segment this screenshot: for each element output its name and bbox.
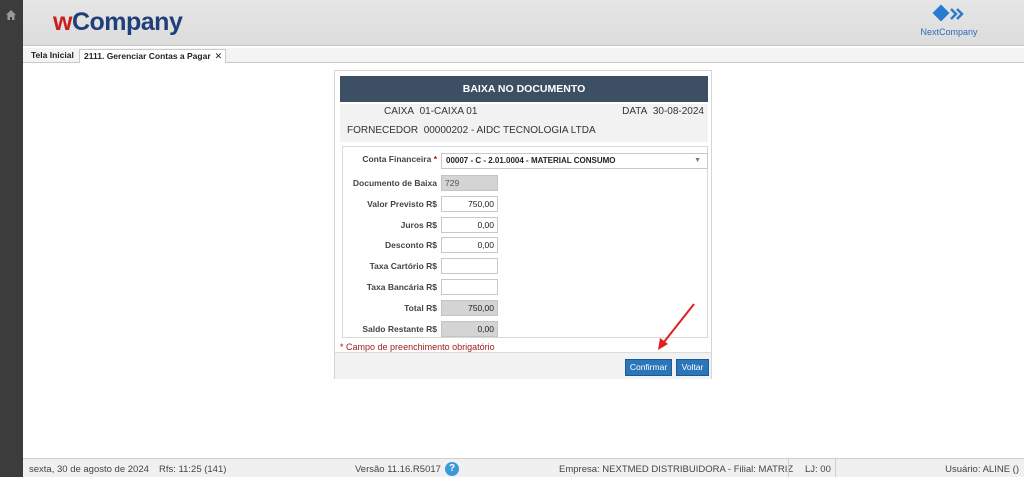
status-rfs: Rfs: 11:25 (141) — [159, 464, 227, 475]
saldo-restante-row: Saldo Restante R$ 0,00 — [343, 321, 709, 339]
taxa-bancaria-label: Taxa Bancária R$ — [366, 282, 437, 292]
conta-financeira-value: 00007 - C - 2.01.0004 - MATERIAL CONSUMO — [446, 156, 616, 165]
baixa-documento-dialog: BAIXA NO DOCUMENTO CAIXA 01-CAIXA 01 DAT… — [334, 70, 712, 379]
total-field: 750,00 — [441, 300, 498, 316]
tab-tela-inicial[interactable]: Tela Inicial — [27, 49, 78, 63]
document-info-panel: CAIXA 01-CAIXA 01 DATA 30-08-2024 FORNEC… — [340, 104, 708, 142]
saldo-restante-field: 0,00 — [441, 321, 498, 337]
dialog-footer: Confirmar Voltar — [335, 352, 711, 379]
status-version: Versão 11.16.R5017 — [355, 464, 441, 475]
form-fields-panel: Conta Financeira * 00007 - C - 2.01.0004… — [342, 146, 708, 338]
conta-financeira-row: Conta Financeira * 00007 - C - 2.01.0004… — [343, 153, 709, 171]
saldo-restante-label: Saldo Restante R$ — [362, 324, 437, 334]
documento-baixa-field: 729 — [441, 175, 498, 191]
juros-field[interactable]: 0,00 — [441, 217, 498, 233]
tab-gerenciar-contas-a-pagar[interactable]: 2111. Gerenciar Contas a Pagar ✕ — [79, 49, 227, 63]
required-note-text: Campo de preenchimento obrigatório — [346, 342, 495, 352]
data-info: DATA 30-08-2024 — [622, 106, 704, 117]
help-icon[interactable]: ? — [445, 462, 459, 476]
fornecedor-label: FORNECEDOR — [347, 125, 419, 136]
tab-bar: Tela Inicial 2111. Gerenciar Contas a Pa… — [23, 48, 1024, 63]
app-header: wCompany NextCompany — [23, 0, 1024, 46]
required-note-mark: * — [340, 342, 344, 352]
taxa-cartorio-field[interactable] — [441, 258, 498, 274]
conta-financeira-select[interactable]: 00007 - C - 2.01.0004 - MATERIAL CONSUMO… — [441, 153, 708, 169]
dialog-title: BAIXA NO DOCUMENTO — [340, 76, 708, 102]
documento-baixa-label: Documento de Baixa — [352, 178, 437, 188]
caixa-label: CAIXA — [384, 106, 415, 117]
status-date: sexta, 30 de agosto de 2024 — [29, 464, 149, 475]
required-mark: * — [433, 154, 437, 164]
total-label: Total R$ — [404, 303, 437, 313]
juros-label: Juros R$ — [400, 220, 437, 230]
wcompany-logo[interactable]: wCompany — [53, 8, 183, 37]
taxa-cartorio-label: Taxa Cartório R$ — [369, 261, 437, 271]
tab-label: Tela Inicial — [31, 50, 74, 60]
left-sidebar — [0, 0, 23, 477]
conta-financeira-label: Conta Financeira * — [362, 154, 437, 164]
logo-company: Company — [71, 8, 183, 36]
caixa-info: CAIXA 01-CAIXA 01 — [384, 106, 477, 117]
status-empresa: Empresa: NEXTMED DISTRIBUIDORA - Filial:… — [559, 464, 794, 475]
nextcompany-logo-icon — [932, 4, 964, 22]
back-button[interactable]: Voltar — [676, 359, 709, 376]
fornecedor-value: 00000202 - AIDC TECNOLOGIA LTDA — [423, 125, 596, 136]
juros-row: Juros R$ 0,00 — [343, 217, 709, 235]
nextcompany-logo: NextCompany — [914, 4, 984, 44]
nextcompany-label: NextCompany — [920, 27, 978, 37]
close-icon[interactable]: ✕ — [215, 51, 223, 61]
status-lj: LJ: 00 — [805, 464, 831, 475]
status-divider — [788, 459, 789, 477]
status-divider — [835, 459, 836, 477]
valor-previsto-label: Valor Previsto R$ — [367, 199, 437, 209]
logo-w: w — [53, 8, 72, 36]
required-field-note: * Campo de preenchimento obrigatório — [340, 342, 495, 352]
desconto-field[interactable]: 0,00 — [441, 237, 498, 253]
total-row: Total R$ 750,00 — [343, 300, 709, 318]
confirm-button[interactable]: Confirmar — [625, 359, 672, 376]
status-bar: sexta, 30 de agosto de 2024 Rfs: 11:25 (… — [23, 458, 1024, 477]
desconto-row: Desconto R$ 0,00 — [343, 237, 709, 255]
valor-previsto-row: Valor Previsto R$ 750,00 — [343, 196, 709, 214]
dropdown-caret-icon: ▼ — [694, 157, 701, 164]
tab-label: 2111. Gerenciar Contas a Pagar — [84, 51, 211, 61]
caixa-value: 01-CAIXA 01 — [419, 106, 478, 117]
taxa-bancaria-field[interactable] — [441, 279, 498, 295]
status-usuario: Usuário: ALINE () — [945, 464, 1019, 475]
documento-baixa-row: Documento de Baixa 729 — [343, 175, 709, 193]
home-icon[interactable] — [5, 9, 17, 21]
data-label: DATA — [622, 106, 648, 117]
valor-previsto-field[interactable]: 750,00 — [441, 196, 498, 212]
desconto-label: Desconto R$ — [385, 240, 437, 250]
taxa-bancaria-row: Taxa Bancária R$ — [343, 279, 709, 297]
data-value: 30-08-2024 — [652, 106, 704, 117]
taxa-cartorio-row: Taxa Cartório R$ — [343, 258, 709, 276]
fornecedor-info: FORNECEDOR 00000202 - AIDC TECNOLOGIA LT… — [347, 125, 596, 136]
